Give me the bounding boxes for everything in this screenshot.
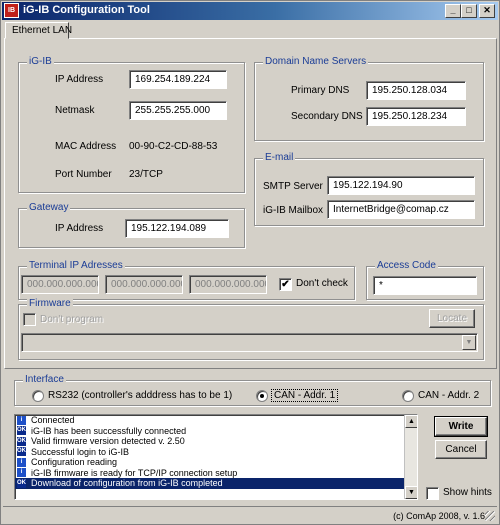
scroll-up-icon[interactable]: ▲ — [405, 415, 417, 428]
log-row[interactable]: OK Successful login to iG-IB — [15, 447, 417, 458]
terminal-ip-field-3[interactable]: 000.000.000.000 — [189, 275, 267, 294]
info-icon: i — [17, 415, 26, 425]
radio-rs232-label: RS232 (controller's adddress has to be 1… — [48, 390, 233, 401]
app-logo-icon: IB — [4, 3, 19, 18]
log-row-text: Configuration reading — [31, 457, 118, 468]
close-button[interactable]: ✕ — [479, 4, 495, 18]
firmware-path-combo[interactable]: ▼ — [21, 333, 478, 352]
chevron-down-icon[interactable]: ▼ — [462, 335, 476, 350]
log-rows: i Connected OK iG-IB has been successfully … — [15, 415, 417, 489]
dns-group: Domain Name Servers Primary DNS 195.250.… — [254, 56, 484, 141]
app-window: IB iG-IB Configuration Tool _ □ ✕ Ethern… — [0, 0, 500, 525]
igib-group: iG-IB IP Address 169.254.189.224 Netmask… — [18, 56, 245, 193]
write-button[interactable]: Write — [434, 416, 488, 437]
secondary-dns-field[interactable]: 195.250.128.234 — [366, 107, 466, 126]
primary-dns-label: Primary DNS — [291, 85, 350, 96]
log-row[interactable]: OK iG-IB has been successfully connected — [15, 426, 417, 437]
terminal-ip-field-2[interactable]: 000.000.000.000 — [105, 275, 183, 294]
radio-can-addr-1[interactable] — [256, 390, 268, 402]
log-scrollbar[interactable]: ▲ ▼ — [404, 415, 417, 499]
terminal-legend: Terminal IP Adresses — [27, 260, 125, 271]
secondary-dns-label: Secondary DNS — [291, 111, 363, 122]
log-row[interactable]: OK Valid firmware version detected v. 2.5… — [15, 436, 417, 447]
log-row[interactable]: i iG-IB firmware is ready for TCP/IP conn… — [15, 468, 417, 479]
ok-status-icon: OK — [17, 478, 26, 488]
log-row-text: Successful login to iG-IB — [31, 446, 130, 457]
info-icon: i — [17, 468, 26, 478]
email-group: E-mail SMTP Server 195.122.194.90 iG-IB … — [254, 152, 484, 226]
log-row-text: Valid firmware version detected v. 2.50 — [31, 436, 185, 447]
ok-status-icon: OK — [17, 436, 26, 446]
gateway-ip-field[interactable]: 195.122.194.089 — [125, 219, 229, 238]
gateway-ip-label: IP Address — [55, 223, 104, 234]
smtp-server-field[interactable]: 195.122.194.90 — [327, 176, 475, 195]
smtp-server-label: SMTP Server — [263, 181, 323, 192]
scroll-down-icon[interactable]: ▼ — [405, 486, 417, 499]
terminal-ip-field-1[interactable]: 000.000.000.000 — [21, 275, 99, 294]
radio-can-addr-1-label: CAN - Addr. 1 — [270, 389, 339, 402]
locate-button[interactable]: Locate — [429, 309, 475, 328]
access-code-field[interactable]: * — [373, 276, 477, 295]
ok-status-icon: OK — [17, 447, 26, 457]
log-row-text: iG-IB firmware is ready for TCP/IP conne… — [31, 467, 238, 478]
cancel-button[interactable]: Cancel — [435, 440, 487, 459]
minimize-button[interactable]: _ — [445, 4, 461, 18]
radio-can-addr-2-label: CAN - Addr. 2 — [418, 390, 480, 401]
log-row[interactable]: OK Download of configuration from iG-IB c… — [15, 478, 417, 489]
access-code-group: Access Code * — [366, 260, 484, 300]
mailbox-label: iG-IB Mailbox — [263, 205, 324, 216]
interface-legend: Interface — [23, 374, 66, 385]
maximize-button[interactable]: □ — [461, 4, 477, 18]
access-code-legend: Access Code — [375, 260, 438, 271]
dont-program-label: Don't program — [40, 314, 104, 325]
igib-ip-field[interactable]: 169.254.189.224 — [129, 70, 227, 89]
igib-ip-label: IP Address — [55, 74, 104, 85]
igib-legend: iG-IB — [27, 56, 54, 67]
igib-netmask-field[interactable]: 255.255.255.000 — [129, 101, 227, 120]
mailbox-field[interactable]: InternetBridge@comap.cz — [327, 200, 475, 219]
info-icon: i — [17, 457, 26, 467]
dont-program-checkbox[interactable] — [23, 313, 36, 326]
show-hints-checkbox[interactable] — [426, 487, 439, 500]
log-row[interactable]: i Connected — [15, 415, 417, 426]
firmware-legend: Firmware — [27, 298, 73, 309]
tab-ethernet-lan[interactable]: Ethernet LAN — [5, 22, 72, 39]
gateway-legend: Gateway — [27, 202, 71, 213]
mac-address-label: MAC Address — [55, 141, 117, 152]
window-title: iG-IB Configuration Tool — [23, 4, 150, 16]
firmware-group: Firmware Don't program Locate ▼ — [18, 298, 484, 360]
log-list[interactable]: i Connected OK iG-IB has been successfully … — [14, 414, 418, 500]
resize-grip-icon[interactable] — [485, 511, 495, 521]
ok-status-icon: OK — [17, 426, 26, 436]
dont-check-checkbox[interactable]: ✔ — [279, 278, 292, 291]
primary-dns-field[interactable]: 195.250.128.034 — [366, 81, 466, 100]
gateway-group: Gateway IP Address 195.122.194.089 — [18, 202, 245, 248]
mac-address-value: 00-90-C2-CD-88-53 — [129, 141, 218, 152]
show-hints-label: Show hints — [443, 487, 492, 498]
radio-rs232[interactable] — [32, 390, 44, 402]
log-row[interactable]: i Configuration reading — [15, 457, 417, 468]
title-bar[interactable]: IB iG-IB Configuration Tool _ □ ✕ — [2, 2, 498, 20]
dns-legend: Domain Name Servers — [263, 56, 369, 67]
log-row-text: Download of configuration from iG-IB com… — [31, 478, 223, 489]
email-legend: E-mail — [263, 152, 296, 163]
port-number-value: 23/TCP — [129, 169, 163, 180]
port-number-label: Port Number — [55, 169, 112, 180]
status-bar: (c) ComAp 2008, v. 1.6 — [3, 506, 497, 523]
interface-group: Interface RS232 (controller's adddress h… — [14, 374, 491, 406]
copyright-text: (c) ComAp 2008, v. 1.6 — [393, 511, 485, 521]
log-row-text: iG-IB has been successfully connected — [31, 425, 187, 436]
igib-netmask-label: Netmask — [55, 105, 95, 116]
radio-can-addr-2[interactable] — [402, 390, 414, 402]
terminal-group: Terminal IP Adresses 000.000.000.000 000… — [18, 260, 355, 300]
log-row-text: Connected — [31, 415, 75, 426]
dont-check-label: Don't check — [296, 278, 348, 289]
